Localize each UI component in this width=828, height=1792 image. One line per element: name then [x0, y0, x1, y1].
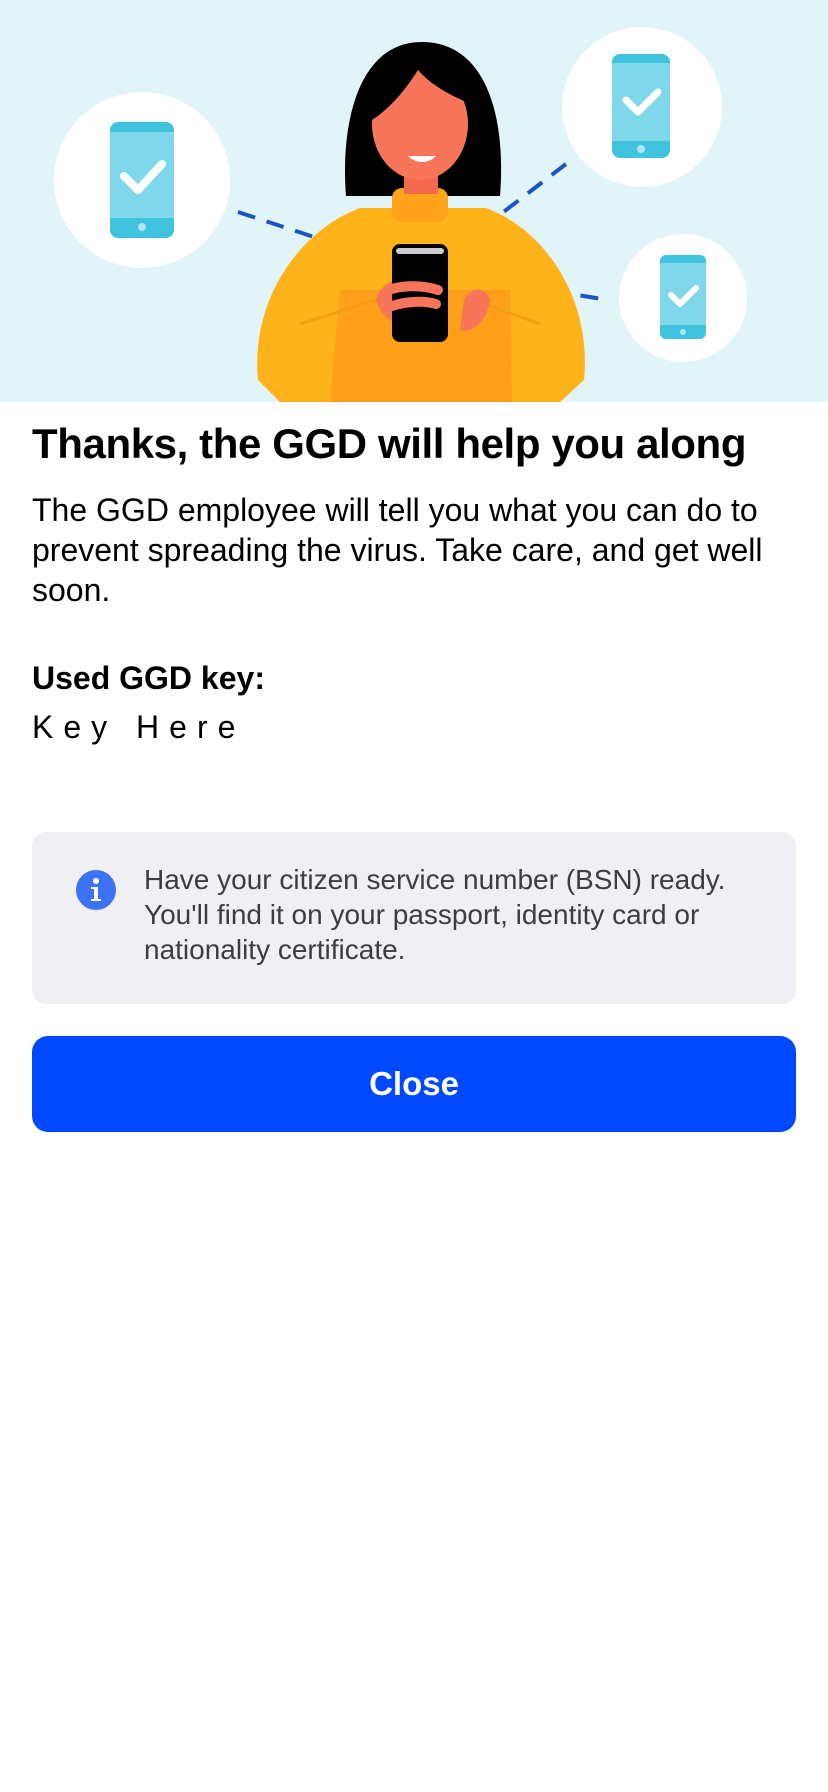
main-content: Thanks, the GGD will help you along The …	[32, 402, 796, 748]
phone-check-icon	[619, 234, 747, 362]
woman-figure	[257, 41, 585, 402]
hero-illustration-art	[54, 27, 747, 402]
page-title: Thanks, the GGD will help you along	[32, 420, 747, 467]
ggd-key-value: Key Here	[32, 709, 246, 745]
phone-check-icon	[562, 27, 722, 187]
key-label: Used GGD key:	[32, 660, 265, 696]
body-text: The GGD employee will tell you what you …	[32, 492, 763, 608]
phone-check-icon	[54, 92, 230, 268]
hero-illustration	[0, 0, 828, 402]
info-text: Have your citizen service number (BSN) r…	[144, 864, 726, 965]
info-callout: Have your citizen service number (BSN) r…	[32, 832, 796, 1004]
info-icon	[76, 870, 116, 910]
close-button[interactable]: Close	[32, 1036, 796, 1132]
